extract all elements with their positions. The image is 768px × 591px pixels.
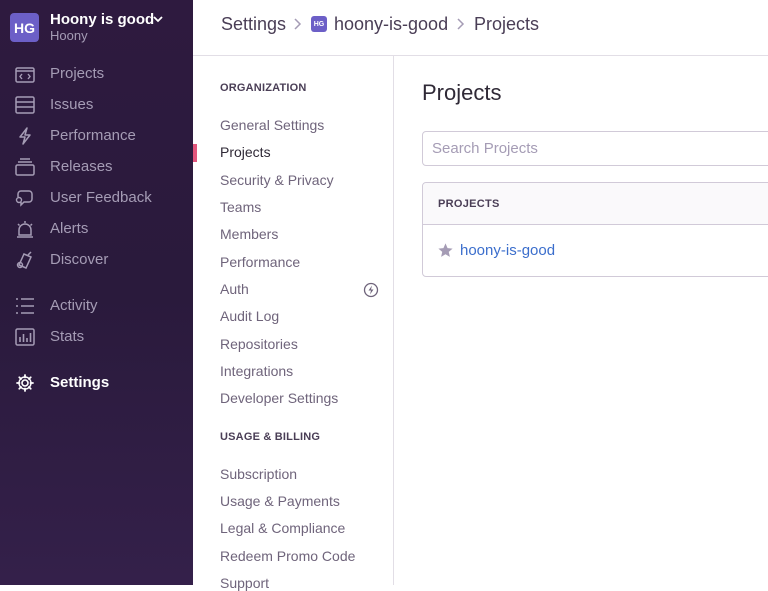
projects-panel: PROJECTS hoony-is-good [422, 182, 768, 277]
settings-nav-audit-log[interactable]: Audit Log [220, 308, 279, 324]
settings-nav-subscription[interactable]: Subscription [220, 466, 297, 482]
sidebar-item-user-feedback[interactable]: User Feedback [0, 185, 193, 211]
sidebar-item-label: Projects [50, 65, 105, 82]
sidebar-item-label: Releases [50, 158, 113, 175]
sidebar-item-releases[interactable]: Releases [0, 154, 193, 180]
releases-icon [15, 158, 35, 176]
chevron-right-icon [294, 18, 302, 30]
project-link[interactable]: hoony-is-good [460, 242, 555, 259]
main-content: Projects PROJECTS hoony-is-good [394, 56, 768, 585]
section-heading-organization: ORGANIZATION [220, 82, 307, 94]
settings-nav-repositories[interactable]: Repositories [220, 336, 298, 352]
sidebar-item-issues[interactable]: Issues [0, 92, 193, 118]
org-user-name: Hoony [50, 28, 88, 43]
org-name: Hoony is good [50, 11, 155, 28]
settings-nav-members[interactable]: Members [220, 226, 278, 242]
page-title: Projects [422, 80, 502, 105]
sidebar-item-discover[interactable]: Discover [0, 247, 193, 273]
chevron-down-icon [153, 16, 163, 23]
upsell-lightning-icon [363, 282, 379, 298]
breadcrumb-settings[interactable]: Settings [221, 14, 286, 35]
sidebar-item-label: Stats [50, 328, 85, 345]
breadcrumb-org[interactable]: hoony-is-good [334, 14, 448, 35]
settings-nav-general-settings[interactable]: General Settings [220, 117, 324, 133]
org-switcher[interactable]: HG Hoony is good Hoony [10, 11, 190, 44]
issues-icon [15, 96, 35, 114]
user-feedback-icon [15, 190, 33, 207]
sidebar-item-performance[interactable]: Performance [0, 123, 193, 149]
sidebar-item-label: Discover [50, 251, 109, 268]
sidebar-item-label: Settings [50, 374, 110, 391]
sidebar-item-activity[interactable]: Activity [0, 293, 193, 319]
settings-nav-integrations[interactable]: Integrations [220, 363, 293, 379]
settings-icon [16, 374, 34, 392]
sidebar-item-settings[interactable]: Settings [0, 370, 193, 396]
settings-nav-redeem-promo-code[interactable]: Redeem Promo Code [220, 548, 355, 564]
active-item-marker [193, 144, 197, 162]
sidebar-item-label: User Feedback [50, 189, 152, 206]
breadcrumb: Settings HG hoony-is-good Projects [193, 0, 768, 56]
section-heading-usage-billing: USAGE & BILLING [220, 431, 321, 443]
sidebar-item-alerts[interactable]: Alerts [0, 216, 193, 242]
star-icon[interactable] [437, 242, 454, 259]
settings-nav-security-privacy[interactable]: Security & Privacy [220, 172, 334, 188]
search-input[interactable] [422, 131, 768, 166]
org-avatar: HG [10, 13, 39, 42]
settings-nav-performance[interactable]: Performance [220, 254, 300, 270]
sidebar-item-stats[interactable]: Stats [0, 324, 193, 350]
settings-nav-projects[interactable]: Projects [220, 144, 271, 160]
performance-icon [19, 127, 31, 145]
discover-icon [16, 251, 32, 269]
panel-header: PROJECTS [423, 183, 768, 225]
breadcrumb-current: Projects [474, 14, 540, 34]
settings-nav-usage-payments[interactable]: Usage & Payments [220, 493, 340, 509]
settings-nav-support[interactable]: Support [220, 575, 269, 591]
settings-nav: ORGANIZATION General Settings Projects S… [193, 56, 394, 591]
sidebar-item-projects[interactable]: Projects [0, 61, 193, 87]
settings-nav-developer-settings[interactable]: Developer Settings [220, 390, 338, 406]
settings-nav-legal-compliance[interactable]: Legal & Compliance [220, 520, 345, 536]
sidebar-item-label: Performance [50, 127, 136, 144]
sidebar-item-label: Activity [50, 297, 98, 314]
activity-icon [16, 298, 34, 314]
sidebar-item-label: Issues [50, 96, 94, 113]
alerts-icon [17, 221, 33, 238]
stats-icon [15, 328, 35, 346]
org-sidebar: HG Hoony is good Hoony Projects Issues P… [0, 0, 193, 585]
chevron-right-icon [457, 18, 465, 30]
settings-nav-teams[interactable]: Teams [220, 199, 261, 215]
org-badge-icon: HG [311, 16, 327, 32]
settings-nav-auth[interactable]: Auth [220, 281, 249, 297]
projects-icon [15, 67, 35, 83]
sidebar-item-label: Alerts [50, 220, 89, 237]
panel-header-label: PROJECTS [438, 198, 500, 210]
